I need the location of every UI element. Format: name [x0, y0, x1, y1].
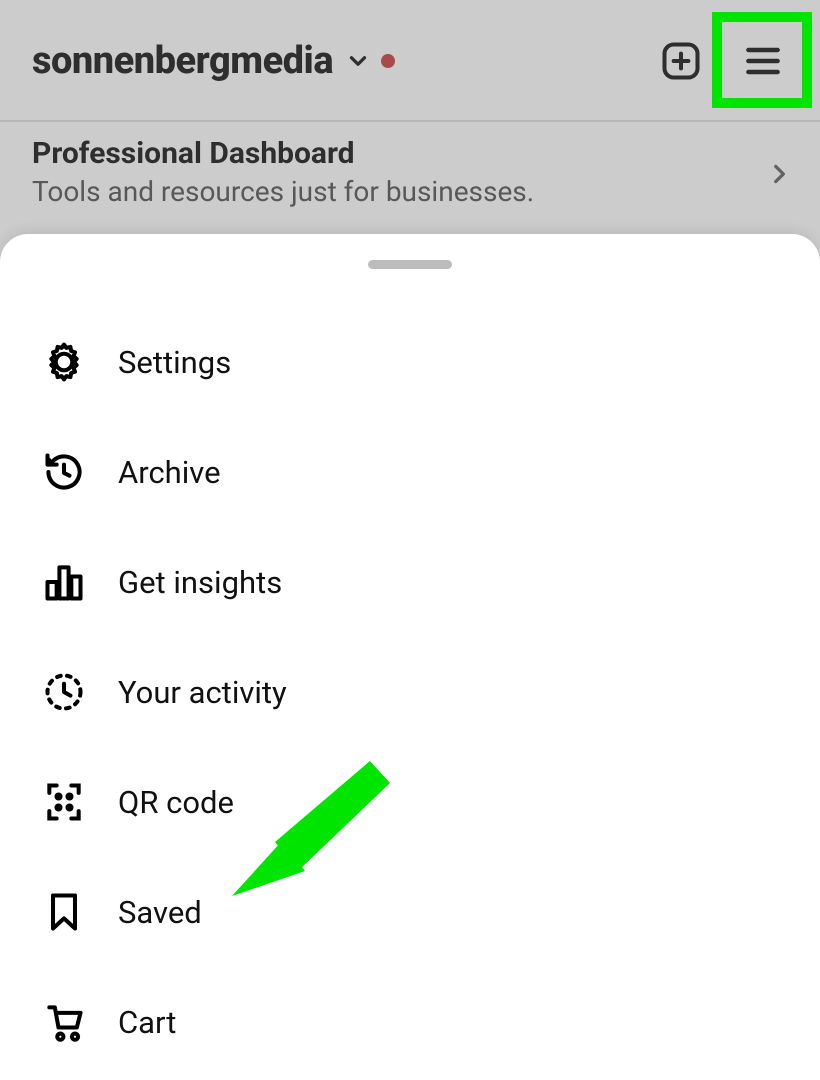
menu-item-cart[interactable]: Cart	[40, 967, 780, 1077]
menu-list: Settings Archive	[0, 307, 820, 1077]
notification-dot-icon	[381, 54, 395, 68]
plus-square-icon	[659, 39, 703, 83]
chevron-right-icon	[766, 161, 792, 187]
menu-item-label: Get insights	[118, 564, 282, 601]
menu-item-saved[interactable]: Saved	[40, 857, 780, 967]
pro-dash-title: Professional Dashboard	[32, 136, 792, 171]
menu-item-activity[interactable]: Your activity	[40, 637, 780, 747]
pro-dash-subtitle: Tools and resources just for businesses.	[32, 175, 792, 208]
menu-item-label: Your activity	[118, 674, 287, 711]
qr-code-icon	[40, 778, 88, 826]
sheet-drag-handle[interactable]	[368, 260, 452, 269]
username-label[interactable]: sonnenbergmedia	[32, 39, 333, 83]
menu-item-label: Settings	[118, 344, 231, 381]
account-switch-chevron[interactable]	[345, 48, 371, 74]
menu-item-insights[interactable]: Get insights	[40, 527, 780, 637]
menu-item-archive[interactable]: Archive	[40, 417, 780, 527]
cart-icon	[40, 998, 88, 1046]
menu-item-qrcode[interactable]: QR code	[40, 747, 780, 857]
gear-icon	[40, 338, 88, 386]
hamburger-icon	[741, 39, 785, 83]
menu-item-label: Archive	[118, 454, 221, 491]
menu-bottom-sheet: Settings Archive	[0, 234, 820, 1080]
activity-clock-icon	[40, 668, 88, 716]
profile-header: sonnenbergmedia	[0, 0, 820, 122]
menu-item-label: Cart	[118, 1004, 176, 1041]
bookmark-icon	[40, 888, 88, 936]
menu-item-label: QR code	[118, 784, 234, 821]
hamburger-menu-button[interactable]	[736, 34, 790, 88]
chevron-down-icon	[345, 48, 371, 74]
menu-item-settings[interactable]: Settings	[40, 307, 780, 417]
menu-item-label: Saved	[118, 894, 202, 931]
professional-dashboard-row[interactable]: Professional Dashboard Tools and resourc…	[0, 122, 820, 226]
archive-clock-icon	[40, 448, 88, 496]
insights-chart-icon	[40, 558, 88, 606]
create-button[interactable]	[654, 34, 708, 88]
